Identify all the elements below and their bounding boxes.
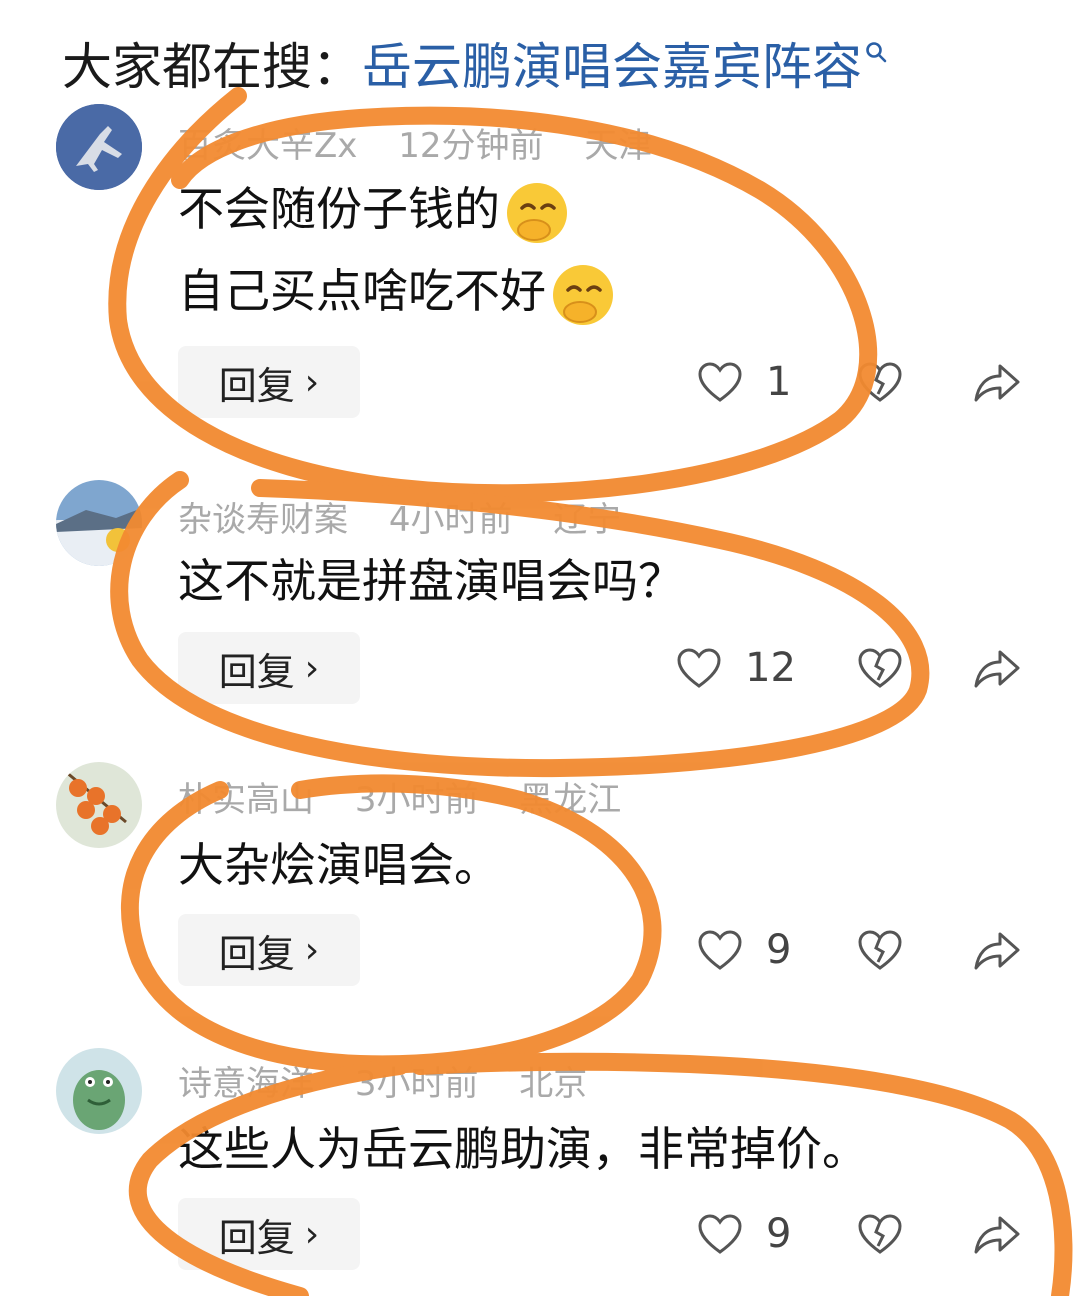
comment-line: 这些人为岳云鹏助演，非常掉价。 bbox=[178, 1122, 868, 1176]
comment-location: 黑龙江 bbox=[519, 780, 622, 820]
like-button[interactable]: 9 bbox=[696, 927, 796, 973]
reply-button[interactable]: 回复 › bbox=[178, 346, 360, 418]
comment-text: 大杂烩演唱会。 bbox=[178, 824, 500, 906]
share-icon[interactable] bbox=[972, 928, 1022, 972]
face-hand-over-mouth-emoji bbox=[553, 264, 613, 325]
share-icon[interactable] bbox=[972, 646, 1022, 690]
broken-heart-icon[interactable] bbox=[856, 360, 904, 404]
chevron-right-icon: › bbox=[304, 647, 320, 689]
like-button[interactable]: 12 bbox=[675, 645, 796, 691]
chevron-right-icon: › bbox=[304, 361, 320, 403]
comment-meta: 百炙大辛Zx 12分钟前 天津 bbox=[178, 118, 682, 167]
face-hand-over-mouth-emoji bbox=[507, 182, 567, 243]
chevron-right-icon: › bbox=[304, 1213, 320, 1255]
comment-actions: 12 bbox=[675, 632, 1022, 704]
persimmon-avatar-icon bbox=[56, 762, 142, 848]
comment-time: 3小时前 bbox=[354, 780, 479, 820]
like-count: 9 bbox=[766, 1211, 792, 1257]
share-icon[interactable] bbox=[972, 360, 1022, 404]
trending-search-query[interactable]: 岳云鹏演唱会嘉宾阵容 bbox=[362, 27, 862, 99]
reply-button[interactable]: 回复 › bbox=[178, 914, 360, 986]
comment-actions: 1 bbox=[696, 346, 1022, 418]
heart-icon bbox=[698, 362, 742, 402]
heart-icon bbox=[698, 930, 742, 970]
search-icon[interactable] bbox=[864, 40, 888, 64]
broken-heart-icon[interactable] bbox=[856, 1212, 904, 1256]
reply-label: 回复 bbox=[218, 1215, 295, 1260]
jet-avatar-icon bbox=[56, 104, 142, 190]
comment-actions: 9 bbox=[696, 1198, 1022, 1270]
comment-text: 不会随份子钱的 自己买点啥吃不好 bbox=[178, 168, 616, 332]
like-count: 1 bbox=[766, 359, 792, 405]
comment-meta: 朴实高山 3小时前 黑龙江 bbox=[178, 772, 651, 821]
reply-label: 回复 bbox=[218, 649, 295, 694]
like-count: 9 bbox=[766, 927, 792, 973]
heart-icon bbox=[698, 1214, 742, 1254]
heart-icon bbox=[677, 648, 721, 688]
comment-author[interactable]: 朴实高山 bbox=[178, 780, 314, 820]
comment-author[interactable]: 百炙大辛Zx bbox=[178, 126, 357, 166]
chevron-right-icon: › bbox=[304, 929, 320, 971]
comment-author[interactable]: 诗意海洋 bbox=[178, 1064, 314, 1104]
reply-button[interactable]: 回复 › bbox=[178, 1198, 360, 1270]
avatar[interactable] bbox=[56, 480, 142, 566]
broken-heart-icon[interactable] bbox=[856, 928, 904, 972]
comment-time: 4小时前 bbox=[388, 500, 513, 540]
avatar[interactable] bbox=[56, 762, 142, 848]
comment-location: 辽宁 bbox=[553, 500, 622, 540]
comment-text: 这不就是拼盘演唱会吗？ bbox=[178, 540, 684, 622]
broken-heart-icon[interactable] bbox=[856, 646, 904, 690]
comment-line: 自己买点啥吃不好 bbox=[178, 264, 546, 318]
avatar[interactable] bbox=[56, 104, 142, 190]
comment-line: 这不就是拼盘演唱会吗？ bbox=[178, 554, 684, 608]
like-button[interactable]: 9 bbox=[696, 1211, 796, 1257]
reply-label: 回复 bbox=[218, 363, 295, 408]
comment-line: 不会随份子钱的 bbox=[178, 182, 500, 236]
comment-meta: 杂谈寿财案 4小时前 辽宁 bbox=[178, 492, 651, 541]
like-count: 12 bbox=[745, 645, 796, 691]
comment-text: 这些人为岳云鹏助演，非常掉价。 bbox=[178, 1108, 868, 1190]
like-button[interactable]: 1 bbox=[696, 359, 796, 405]
avatar[interactable] bbox=[56, 1048, 142, 1134]
share-icon[interactable] bbox=[972, 1212, 1022, 1256]
trending-search-bar[interactable]: 大家都在搜： 岳云鹏演唱会嘉宾阵容 bbox=[62, 28, 888, 98]
comment-time: 3小时前 bbox=[354, 1064, 479, 1104]
comment-time: 12分钟前 bbox=[398, 126, 544, 166]
snow-landscape-avatar-icon bbox=[56, 480, 142, 566]
comment-author[interactable]: 杂谈寿财案 bbox=[178, 500, 348, 540]
comment-line: 大杂烩演唱会。 bbox=[178, 838, 500, 892]
comment-meta: 诗意海洋 3小时前 北京 bbox=[178, 1056, 617, 1105]
green-creature-avatar-icon bbox=[56, 1048, 142, 1134]
comment-actions: 9 bbox=[696, 914, 1022, 986]
comment-location: 天津 bbox=[584, 126, 653, 166]
reply-button[interactable]: 回复 › bbox=[178, 632, 360, 704]
comment-location: 北京 bbox=[519, 1064, 588, 1104]
reply-label: 回复 bbox=[218, 931, 295, 976]
trending-search-label: 大家都在搜： bbox=[62, 38, 362, 96]
